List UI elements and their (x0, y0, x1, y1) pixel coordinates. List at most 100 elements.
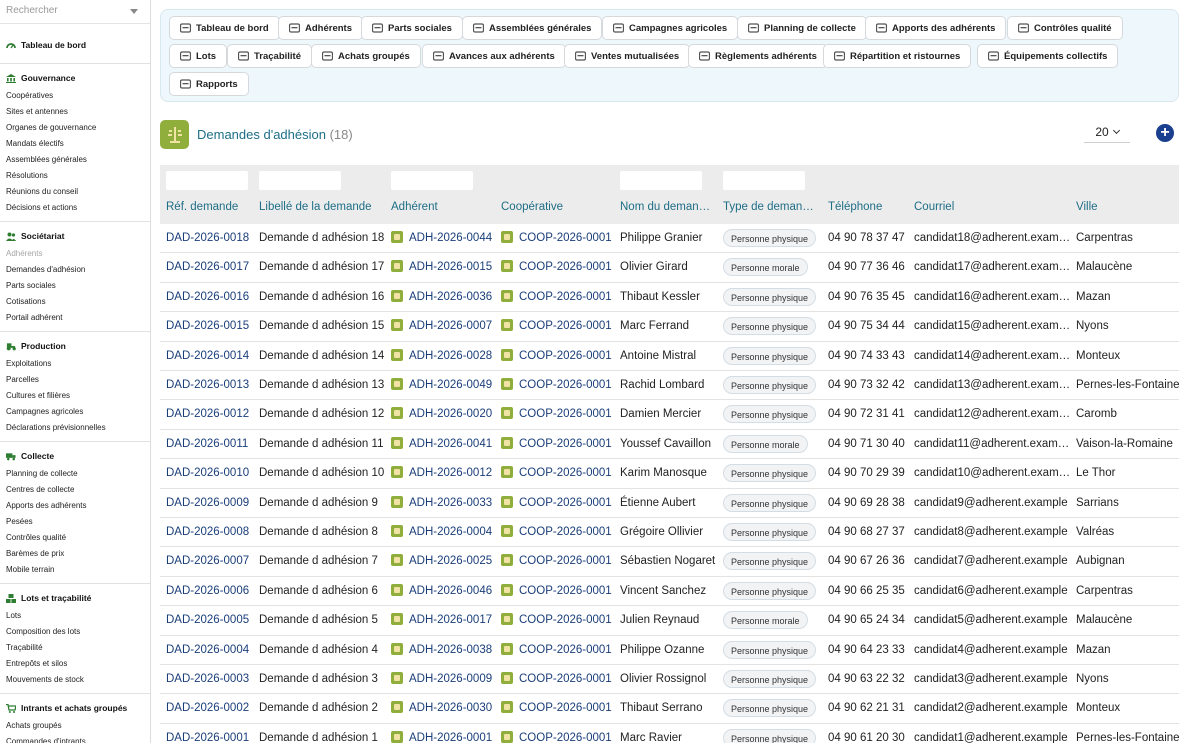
table-row[interactable]: DAD-2026-0010 Demande d adhésion 10 ADH-20… (160, 459, 1179, 489)
sidebar-section-title[interactable]: Production (0, 339, 150, 353)
ref-cell[interactable]: DAD-2026-0002 (166, 694, 254, 723)
ref-cell[interactable]: DAD-2026-0016 (166, 283, 254, 312)
sidebar-item[interactable]: Mandats électifs (0, 136, 150, 152)
table-row[interactable]: DAD-2026-0018 Demande d adhésion 18 ADH-20… (160, 224, 1179, 254)
nav-chip[interactable]: Avances aux adhérents (422, 44, 566, 68)
member-cell[interactable]: ADH-2026-0004 (391, 518, 496, 547)
ref-cell[interactable]: DAD-2026-0001 (166, 724, 254, 743)
member-cell[interactable]: ADH-2026-0017 (391, 606, 496, 635)
ref-cell[interactable]: DAD-2026-0017 (166, 253, 254, 282)
nav-chip[interactable]: Assemblées générales (462, 16, 603, 40)
nav-chip[interactable]: Contrôles qualité (1007, 16, 1123, 40)
column-filter-input[interactable] (166, 171, 248, 190)
nav-chip[interactable]: Achats groupés (311, 44, 421, 68)
nav-chip[interactable]: Équipements collectifs (977, 44, 1119, 68)
sidebar-item[interactable]: Assemblées générales (0, 152, 150, 168)
ref-cell[interactable]: DAD-2026-0004 (166, 636, 254, 665)
table-row[interactable]: DAD-2026-0011 Demande d adhésion 11 ADH-20… (160, 430, 1179, 460)
ref-cell[interactable]: DAD-2026-0013 (166, 371, 254, 400)
coop-cell[interactable]: COOP-2026-0001 (501, 371, 616, 400)
sidebar-item[interactable]: Contrôles qualité (0, 530, 150, 546)
table-row[interactable]: DAD-2026-0005 Demande d adhésion 5 ADH-202… (160, 606, 1179, 636)
sidebar-item[interactable]: Traçabilité (0, 640, 150, 656)
coop-cell[interactable]: COOP-2026-0001 (501, 606, 616, 635)
member-cell[interactable]: ADH-2026-0033 (391, 489, 496, 518)
sidebar-item[interactable]: Résolutions (0, 168, 150, 184)
sidebar-item[interactable]: Centres de collecte (0, 482, 150, 498)
coop-cell[interactable]: COOP-2026-0001 (501, 577, 616, 606)
table-row[interactable]: DAD-2026-0016 Demande d adhésion 16 ADH-20… (160, 283, 1179, 313)
sidebar-item[interactable]: Composition des lots (0, 624, 150, 640)
column-filter-input[interactable] (723, 171, 805, 190)
column-header[interactable]: Type de deman… (723, 201, 823, 213)
nav-chip[interactable]: Tableau de bord (169, 16, 280, 40)
coop-cell[interactable]: COOP-2026-0001 (501, 724, 616, 743)
member-cell[interactable]: ADH-2026-0036 (391, 283, 496, 312)
column-header[interactable]: Libellé de la demande (259, 201, 387, 213)
sidebar-item[interactable]: Coopératives (0, 88, 150, 104)
member-cell[interactable]: ADH-2026-0020 (391, 400, 496, 429)
column-header[interactable]: Nom du deman… (620, 201, 720, 213)
coop-cell[interactable]: COOP-2026-0001 (501, 342, 616, 371)
ref-cell[interactable]: DAD-2026-0007 (166, 547, 254, 576)
sidebar-item-dashboard[interactable]: Tableau de bord (0, 38, 150, 52)
sidebar-item[interactable]: Mobile terrain (0, 562, 150, 578)
nav-chip[interactable]: Répartition et ristournes (823, 44, 972, 68)
sidebar-item[interactable]: Apports des adhérents (0, 498, 150, 514)
coop-cell[interactable]: COOP-2026-0001 (501, 489, 616, 518)
sidebar-section-title[interactable]: Intrants et achats groupés (0, 701, 150, 715)
sidebar-section-title[interactable]: Lots et traçabilité (0, 591, 150, 605)
sidebar-item[interactable]: Portail adhérent (0, 310, 150, 326)
column-filter-input[interactable] (259, 171, 341, 190)
sidebar-item[interactable]: Exploitations (0, 356, 150, 372)
chevron-down-icon[interactable] (130, 9, 138, 14)
sidebar-item[interactable]: Sites et antennes (0, 104, 150, 120)
member-cell[interactable]: ADH-2026-0044 (391, 224, 496, 253)
add-button[interactable]: + (1156, 124, 1174, 142)
column-header[interactable]: Téléphone (828, 201, 910, 213)
member-cell[interactable]: ADH-2026-0009 (391, 665, 496, 694)
nav-chip[interactable]: Parts sociales (361, 16, 463, 40)
coop-cell[interactable]: COOP-2026-0001 (501, 400, 616, 429)
sidebar-item[interactable]: Achats groupés (0, 718, 150, 734)
sidebar-item[interactable]: Barèmes de prix (0, 546, 150, 562)
sidebar-item[interactable]: Cotisations (0, 294, 150, 310)
ref-cell[interactable]: DAD-2026-0010 (166, 459, 254, 488)
coop-cell[interactable]: COOP-2026-0001 (501, 665, 616, 694)
table-row[interactable]: DAD-2026-0003 Demande d adhésion 3 ADH-202… (160, 665, 1179, 695)
member-cell[interactable]: ADH-2026-0001 (391, 724, 496, 743)
sidebar-item[interactable]: Parcelles (0, 372, 150, 388)
nav-chip[interactable]: Règlements adhérents (688, 44, 828, 68)
table-row[interactable]: DAD-2026-0012 Demande d adhésion 12 ADH-20… (160, 400, 1179, 430)
member-cell[interactable]: ADH-2026-0015 (391, 253, 496, 282)
nav-chip[interactable]: Rapports (169, 72, 249, 96)
sidebar-item[interactable]: Entrepôts et silos (0, 656, 150, 672)
table-row[interactable]: DAD-2026-0001 Demande d adhésion 1 ADH-202… (160, 724, 1179, 743)
nav-chip[interactable]: Campagnes agricoles (602, 16, 739, 40)
sidebar-item[interactable]: Adhérents (0, 246, 150, 262)
sidebar-item[interactable]: Cultures et filières (0, 388, 150, 404)
coop-cell[interactable]: COOP-2026-0001 (501, 547, 616, 576)
ref-cell[interactable]: DAD-2026-0018 (166, 224, 254, 253)
coop-cell[interactable]: COOP-2026-0001 (501, 518, 616, 547)
sidebar-item[interactable]: Décisions et actions (0, 200, 150, 216)
table-row[interactable]: DAD-2026-0008 Demande d adhésion 8 ADH-202… (160, 518, 1179, 548)
nav-chip[interactable]: Lots (169, 44, 228, 68)
member-cell[interactable]: ADH-2026-0046 (391, 577, 496, 606)
table-row[interactable]: DAD-2026-0017 Demande d adhésion 17 ADH-20… (160, 253, 1179, 283)
ref-cell[interactable]: DAD-2026-0014 (166, 342, 254, 371)
member-cell[interactable]: ADH-2026-0028 (391, 342, 496, 371)
column-header[interactable]: Courriel (914, 201, 1072, 213)
table-row[interactable]: DAD-2026-0009 Demande d adhésion 9 ADH-202… (160, 489, 1179, 518)
sidebar-item[interactable]: Planning de collecte (0, 466, 150, 482)
sidebar-item[interactable]: Commandes d'intrants (0, 734, 150, 743)
coop-cell[interactable]: COOP-2026-0001 (501, 283, 616, 312)
sidebar-section-title[interactable]: Collecte (0, 449, 150, 463)
table-row[interactable]: DAD-2026-0014 Demande d adhésion 14 ADH-20… (160, 342, 1179, 371)
table-row[interactable]: DAD-2026-0015 Demande d adhésion 15 ADH-20… (160, 312, 1179, 342)
nav-chip[interactable]: Apports des adhérents (865, 16, 1007, 40)
sidebar-item[interactable]: Réunions du conseil (0, 184, 150, 200)
sidebar-section-title[interactable]: Gouvernance (0, 71, 150, 85)
coop-cell[interactable]: COOP-2026-0001 (501, 253, 616, 282)
sidebar-item[interactable]: Campagnes agricoles (0, 404, 150, 420)
